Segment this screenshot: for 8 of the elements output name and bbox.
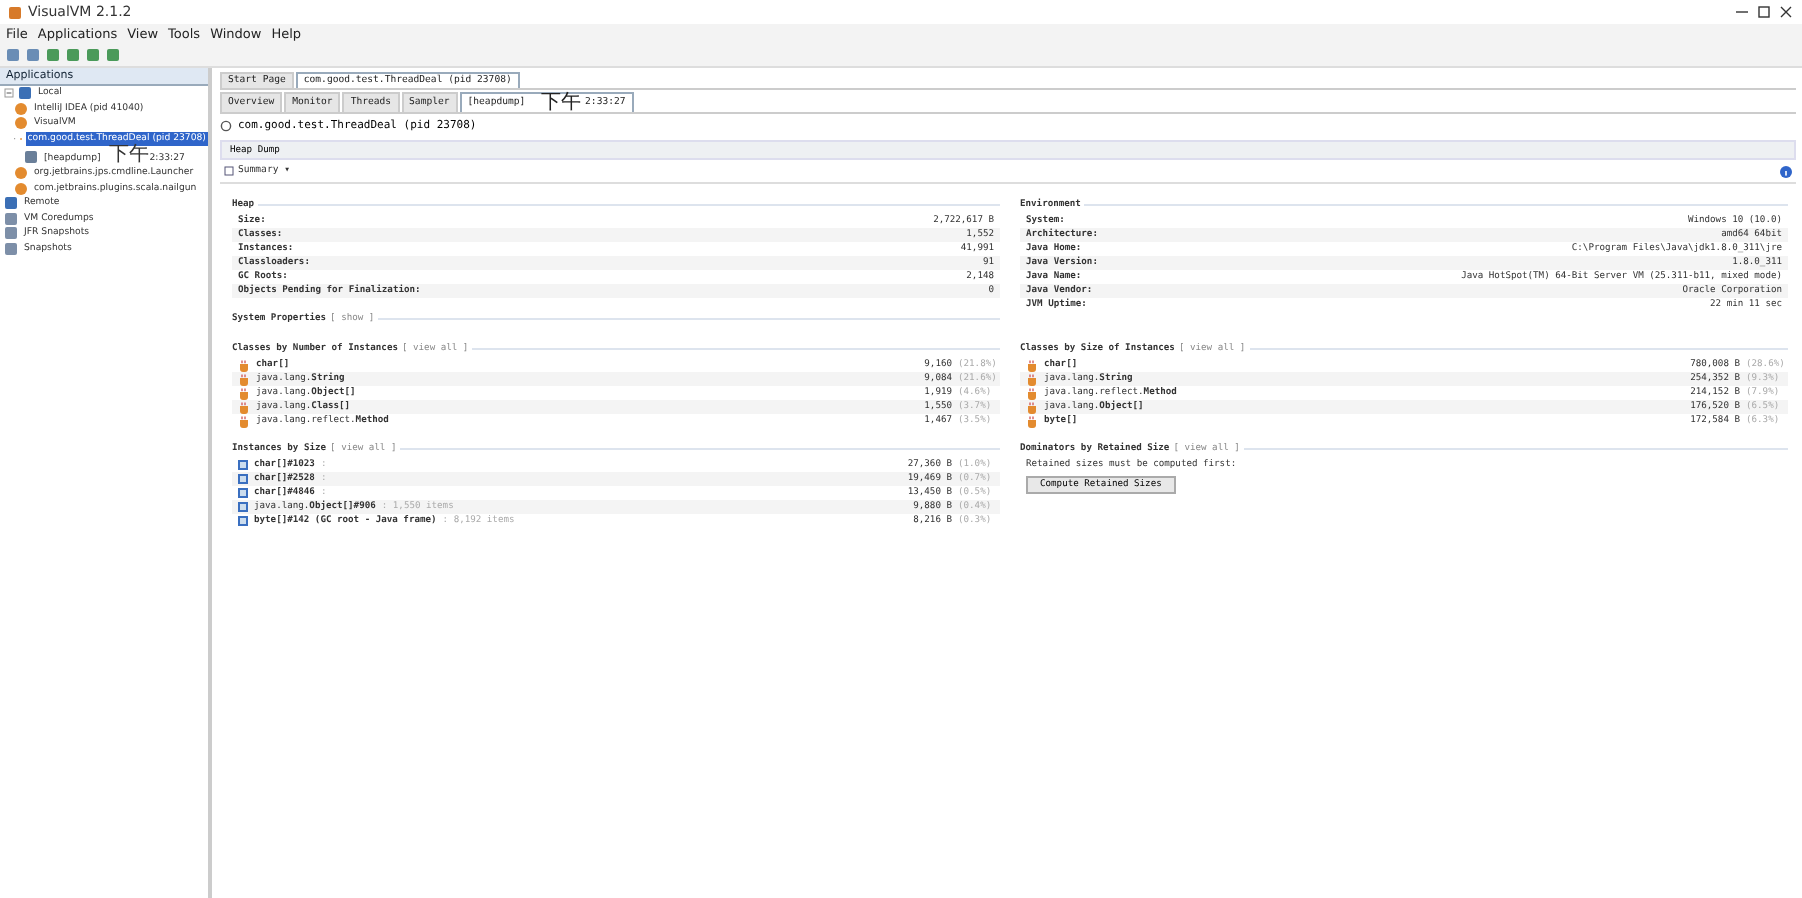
dump-icon	[24, 149, 38, 163]
host-icon	[4, 196, 18, 211]
loading-icon	[220, 119, 232, 131]
info-icon[interactable]	[1780, 165, 1792, 177]
summary-icon	[224, 166, 234, 176]
close-icon[interactable]	[1778, 4, 1794, 20]
host-icon	[18, 86, 32, 101]
maximize-icon[interactable]	[1756, 4, 1772, 20]
